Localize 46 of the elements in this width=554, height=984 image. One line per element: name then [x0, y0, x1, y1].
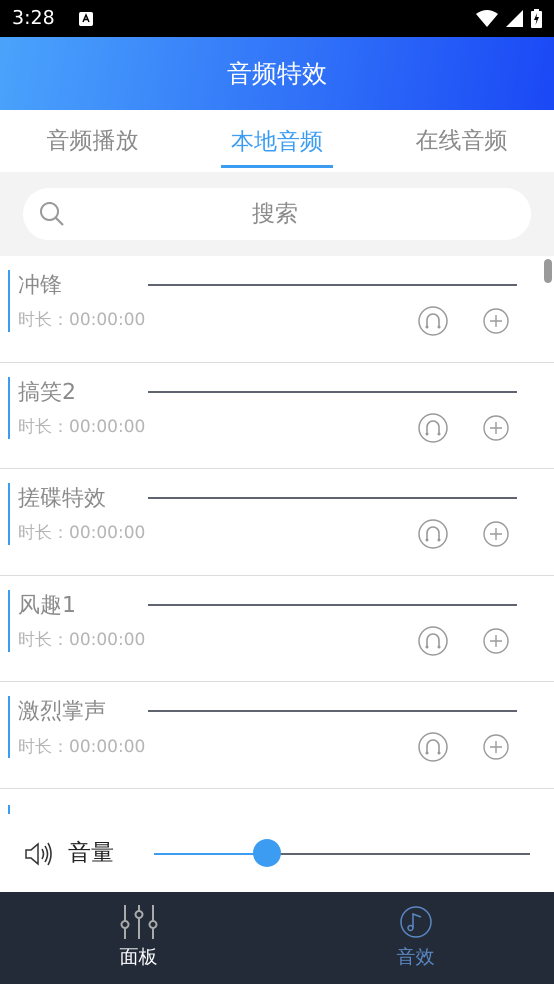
sliders-icon — [120, 904, 158, 939]
nav-tab[interactable]: 音效 — [396, 904, 434, 972]
headphones-icon[interactable] — [418, 412, 448, 443]
keyboard-icon — [78, 12, 93, 26]
scrollbar[interactable] — [544, 259, 552, 283]
add-icon[interactable] — [483, 414, 509, 441]
headphones-icon[interactable] — [418, 306, 448, 336]
track-name: 激烈掌声 — [18, 698, 106, 726]
signal-icon — [506, 10, 523, 27]
battery-icon — [531, 9, 542, 28]
wifi-icon — [476, 10, 498, 27]
headphones-icon[interactable] — [418, 626, 448, 656]
status-time: 3:28 — [12, 6, 55, 32]
row-accent — [8, 590, 10, 652]
track-name: 冲锋 — [18, 272, 62, 300]
tab[interactable]: 音频播放 — [36, 116, 148, 166]
slider-thumb[interactable] — [252, 838, 281, 866]
add-icon[interactable] — [483, 628, 509, 654]
add-icon[interactable] — [483, 734, 509, 760]
track-duration: 时长：00:00:00 — [18, 629, 146, 652]
page-title: 音频特效 — [227, 58, 327, 90]
volume-slider[interactable] — [154, 840, 530, 868]
search-bar[interactable]: 搜索 — [23, 188, 531, 240]
row-accent — [8, 483, 10, 546]
nav-tab[interactable]: 面板 — [120, 904, 158, 972]
track-duration: 时长：00:00:00 — [18, 309, 146, 332]
row-accent — [8, 696, 10, 758]
track-duration: 时长：00:00:00 — [18, 736, 146, 759]
search-icon — [39, 201, 65, 227]
add-icon[interactable] — [483, 308, 509, 334]
track-name: 搓碟特效 — [18, 485, 106, 514]
track-duration: 时长：00:00:00 — [18, 522, 146, 546]
volume-label: 音量 — [68, 839, 114, 868]
row-accent — [8, 376, 10, 439]
track-name: 搞笑2 — [18, 378, 76, 407]
tab[interactable]: 本地音频 — [220, 117, 333, 168]
tab[interactable]: 在线音频 — [406, 116, 518, 166]
row-accent — [8, 270, 10, 332]
row-accent — [8, 804, 10, 814]
headphones-icon[interactable] — [418, 732, 448, 762]
speaker-icon — [24, 840, 52, 868]
track-duration: 时长：00:00:00 — [18, 416, 146, 439]
track-name: 风趣1 — [18, 592, 76, 620]
music-icon — [398, 904, 432, 939]
headphones-icon[interactable] — [418, 519, 448, 550]
add-icon[interactable] — [483, 521, 509, 548]
